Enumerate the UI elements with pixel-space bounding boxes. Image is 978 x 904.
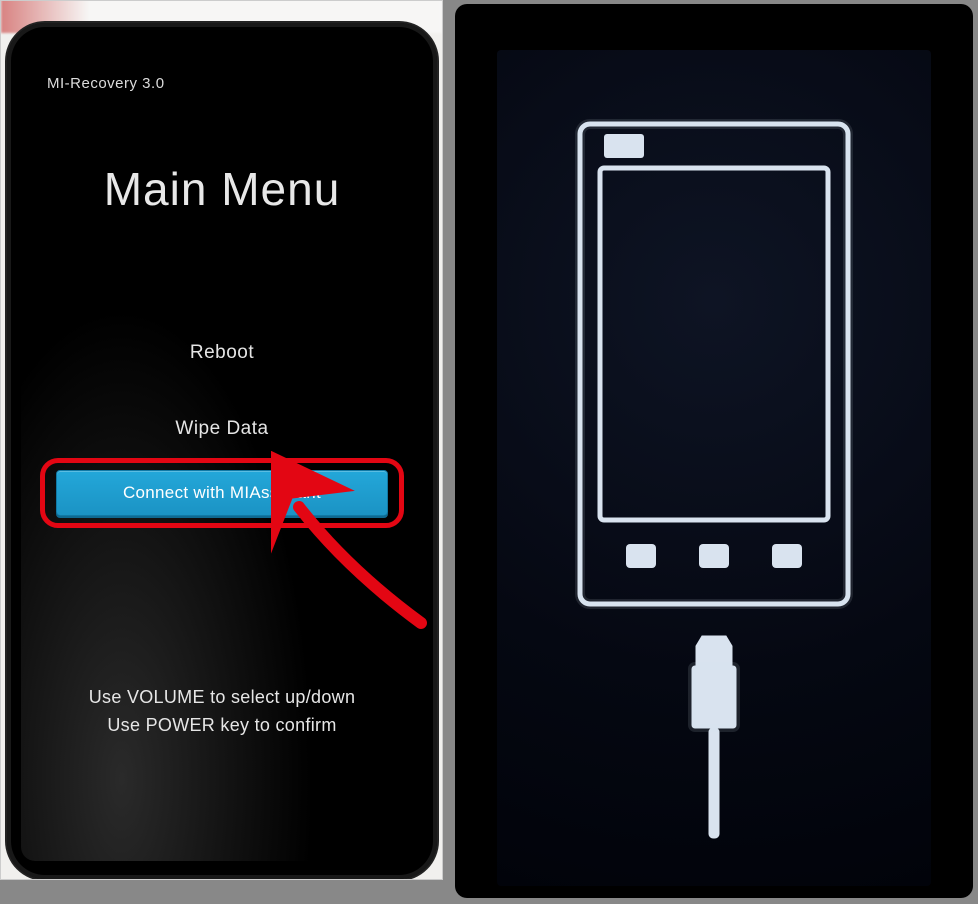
phone-outline-icon bbox=[564, 114, 864, 614]
usb-cable-icon bbox=[679, 632, 749, 842]
menu-item-reboot[interactable]: Reboot bbox=[190, 342, 254, 364]
highlighted-menu-item: Connect with MIAssistant bbox=[40, 458, 404, 528]
menu-item-wipe-data[interactable]: Wipe Data bbox=[175, 418, 268, 440]
mi-assistant-connect-screen bbox=[497, 50, 931, 886]
menu-item-connect-miassistant[interactable]: Connect with MIAssistant bbox=[56, 470, 388, 516]
phone-body-left: MI-Recovery 3.0 Main Menu Reboot Wipe Da… bbox=[7, 23, 437, 879]
recovery-screen: MI-Recovery 3.0 Main Menu Reboot Wipe Da… bbox=[21, 41, 423, 861]
recovery-version-label: MI-Recovery 3.0 bbox=[47, 75, 165, 92]
main-menu-title: Main Menu bbox=[104, 162, 341, 216]
navigation-hint: Use VOLUME to select up/down Use POWER k… bbox=[89, 684, 356, 740]
left-phone-photo: MI-Recovery 3.0 Main Menu Reboot Wipe Da… bbox=[0, 0, 443, 880]
right-phone-photo bbox=[455, 4, 973, 898]
screenshot-composite: MI-Recovery 3.0 Main Menu Reboot Wipe Da… bbox=[0, 0, 978, 904]
hint-line-1: Use VOLUME to select up/down bbox=[89, 687, 356, 707]
hint-line-2: Use POWER key to confirm bbox=[107, 715, 336, 735]
